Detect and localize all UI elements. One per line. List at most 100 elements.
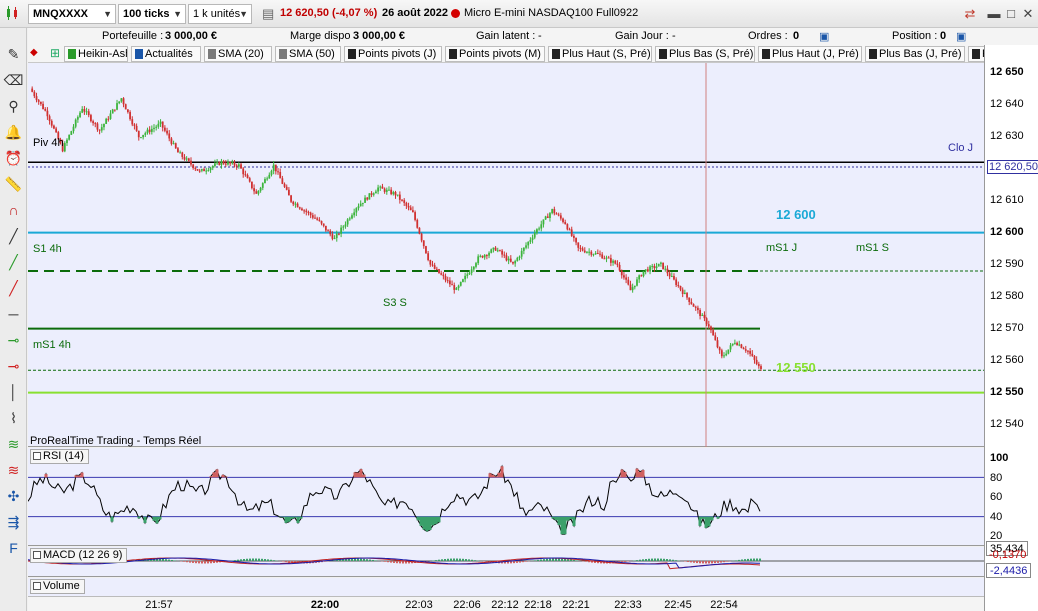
rsi-title[interactable]: RSI (14) xyxy=(30,449,89,464)
candle-body xyxy=(390,189,393,195)
macd-checkbox[interactable] xyxy=(33,551,41,559)
indicator-tab[interactable]: Plus Haut (S, Pré) xyxy=(548,46,652,62)
ms1-week-label: mS1 S xyxy=(856,242,890,254)
price-axis[interactable]: 35,434 -0,1370 -2,4436 12 650 12 640 12 63… xyxy=(984,45,1038,611)
candle-body xyxy=(572,235,575,238)
fibonacci-red-icon[interactable]: ≋ xyxy=(3,460,24,481)
candle-body xyxy=(470,269,473,273)
signal-value-tag: -2,4436 xyxy=(986,563,1032,578)
volume-panel[interactable]: Volume xyxy=(28,578,984,596)
candle-body xyxy=(192,164,195,168)
indicator-tab[interactable]: Plus Haut (J, Pré) xyxy=(758,46,862,62)
minimize-button[interactable]: ▬ xyxy=(986,6,1002,22)
macd-title[interactable]: MACD (12 26 9) xyxy=(30,548,128,563)
line-red-icon[interactable]: ╱ xyxy=(3,278,24,299)
candle-body xyxy=(614,260,617,264)
volume-title[interactable]: Volume xyxy=(30,579,85,594)
candle-body xyxy=(166,130,168,134)
candle-body xyxy=(109,113,112,119)
indicator-tab[interactable]: Points pivots (J) xyxy=(344,46,442,62)
candle-body xyxy=(644,269,647,271)
indicator-tab[interactable]: SMA (50) xyxy=(275,46,341,62)
daily-gain-label: Gain Jour : xyxy=(615,30,669,42)
candle-body xyxy=(70,131,73,135)
line-green-icon[interactable]: ╱ xyxy=(3,252,24,273)
candle-body xyxy=(242,168,245,175)
candle-body xyxy=(483,255,486,258)
text-icon[interactable]: F xyxy=(3,538,24,559)
price-chart-canvas[interactable] xyxy=(28,63,984,447)
alarm-icon[interactable]: 🔔 xyxy=(3,122,24,143)
candle-body xyxy=(440,273,443,275)
indicator-tab[interactable]: Plus Bas (J, Pré) xyxy=(865,46,965,62)
candle-body xyxy=(625,277,628,280)
orders-icon[interactable]: ▣ xyxy=(819,30,829,43)
magnet-icon[interactable]: ∩ xyxy=(3,200,24,221)
candle-body xyxy=(53,125,55,129)
collapse-arrow-icon[interactable]: ◆ xyxy=(30,47,38,58)
hline-icon[interactable]: ─ xyxy=(3,304,24,325)
pencil-icon[interactable]: ✎ xyxy=(3,44,24,65)
candle-body xyxy=(113,109,116,111)
line-icon[interactable]: ╱ xyxy=(3,226,24,247)
units-label: 1 k unités xyxy=(193,8,241,20)
polyline-icon[interactable]: ⌇ xyxy=(3,408,24,429)
candle-body xyxy=(588,251,591,253)
sync-arrows-icon[interactable]: ⇄ xyxy=(962,6,978,22)
period-selector[interactable]: 100 ticks ▼ xyxy=(118,4,186,24)
candle-body xyxy=(294,203,297,205)
volume-checkbox[interactable] xyxy=(33,582,41,590)
candle-body xyxy=(340,227,343,234)
gann-icon[interactable]: ✣ xyxy=(3,486,24,507)
position-value: 0 xyxy=(940,30,947,42)
position-icon[interactable]: ▣ xyxy=(956,30,966,43)
info-icon[interactable]: ▤ xyxy=(262,6,274,22)
candle-body xyxy=(636,279,638,286)
indicator-color-icon xyxy=(869,49,877,59)
unrealized-gain-value: - xyxy=(538,30,542,42)
candle-body xyxy=(442,274,445,277)
maximize-button[interactable]: □ xyxy=(1003,6,1019,22)
time-axis[interactable]: 21:57 22:00 22:03 22:06 22:12 22:18 22:21 22:33… xyxy=(28,596,984,611)
indicator-color-icon xyxy=(449,49,457,59)
candle-body xyxy=(177,148,179,153)
candle-body xyxy=(488,252,490,256)
candle-body xyxy=(592,254,595,256)
macd-canvas[interactable] xyxy=(28,547,984,577)
price-chart[interactable]: Piv 4h Clo J 12 600 S1 4h mS1 J mS1 S S3… xyxy=(28,63,984,447)
indicator-tab[interactable]: SMA (20) xyxy=(204,46,272,62)
units-selector[interactable]: 1 k unités ▼ xyxy=(188,4,252,24)
rsi-checkbox[interactable] xyxy=(33,452,41,460)
candle-body xyxy=(599,253,601,255)
hline-green-icon[interactable]: ⊸ xyxy=(3,330,24,351)
indicator-tab[interactable]: Actualités xyxy=(131,46,201,62)
zoom-icon[interactable]: ⚲ xyxy=(3,96,24,117)
rsi-canvas[interactable] xyxy=(28,448,984,546)
candle-body xyxy=(466,274,469,276)
alarm-gear-icon[interactable]: ⏰ xyxy=(3,148,24,169)
indicator-tab[interactable]: Points pivots (M) xyxy=(445,46,545,62)
chevron-down-icon: ▼ xyxy=(103,9,112,19)
price-tick-label: 12 580 xyxy=(990,289,1024,302)
hline-red-icon[interactable]: ⊸ xyxy=(3,356,24,377)
candle-body xyxy=(107,118,110,120)
candle-body xyxy=(601,254,604,259)
eraser-icon[interactable]: ⌫ xyxy=(3,70,24,91)
instrument-selector[interactable]: MNQXXXX ▼ xyxy=(28,4,116,24)
indicator-tab[interactable]: Heikin-Ashi xyxy=(64,46,128,62)
vline-icon[interactable]: │ xyxy=(3,382,24,403)
candle-body xyxy=(66,139,68,144)
ruler-icon[interactable]: 📏 xyxy=(3,174,24,195)
close-button[interactable]: ✕ xyxy=(1020,6,1036,22)
candle-body xyxy=(237,164,240,167)
time-tick-label: 22:12 xyxy=(491,599,519,611)
indicator-add-icon[interactable]: ⊞ xyxy=(50,46,60,60)
macd-panel[interactable]: MACD (12 26 9) xyxy=(28,547,984,577)
fibonacci-icon[interactable]: ≋ xyxy=(3,434,24,455)
rsi-panel[interactable]: RSI (14) xyxy=(28,448,984,546)
indicator-tab[interactable]: Plus Bas (S, Pré) xyxy=(655,46,755,62)
macd-title-text: MACD (12 26 9) xyxy=(43,549,123,561)
candle-body xyxy=(420,233,423,241)
candle-body xyxy=(357,206,360,209)
channel-icon[interactable]: ⇶ xyxy=(3,512,24,533)
